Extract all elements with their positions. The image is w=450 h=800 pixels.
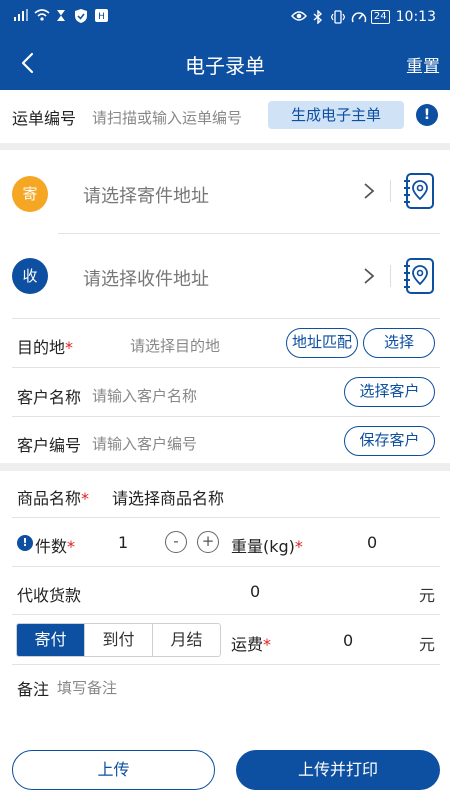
divider [12, 416, 440, 417]
payment-option-sender[interactable]: 寄付 [17, 624, 85, 656]
pieces-label: 件数* [35, 537, 76, 556]
warning-icon[interactable]: ! [17, 535, 33, 551]
destination-input[interactable]: 请选择目的地 [130, 335, 220, 356]
info-icon[interactable]: ! [416, 104, 438, 126]
decrement-button[interactable]: - [165, 531, 187, 553]
signal-icon [14, 9, 28, 23]
remark-input[interactable]: 填写备注 [57, 677, 117, 698]
customer-name-input[interactable]: 请输入客户名称 [92, 385, 197, 406]
destination-label: 目的地* [17, 338, 74, 357]
address-book-icon[interactable] [403, 258, 435, 294]
hourglass-icon [54, 9, 68, 23]
freight-label: 运费* [231, 635, 272, 654]
remark-label: 备注 [17, 680, 50, 699]
freight-input[interactable]: 0 [343, 631, 353, 650]
increment-button[interactable]: + [197, 531, 219, 553]
address-match-button[interactable]: 地址匹配 [286, 328, 358, 358]
product-label: 商品名称* [17, 489, 90, 508]
customer-name-label: 客户名称 [17, 388, 82, 407]
battery-indicator: 24 [370, 10, 390, 24]
section-divider [0, 143, 450, 150]
select-destination-button[interactable]: 选择 [363, 328, 435, 358]
svg-text:H: H [98, 12, 105, 22]
upload-and-print-button[interactable]: 上传并打印 [236, 750, 440, 790]
payment-method-selector: 寄付 到付 月结 [16, 623, 221, 657]
cod-label: 代收货款 [17, 586, 82, 605]
separator [390, 180, 391, 202]
divider [12, 517, 440, 518]
address-book-icon[interactable] [403, 173, 435, 209]
divider [12, 614, 440, 615]
section-divider [0, 463, 450, 471]
pieces-input[interactable]: 1 [118, 533, 128, 552]
divider [12, 566, 440, 567]
payment-option-receiver[interactable]: 到付 [85, 624, 153, 656]
weight-label: 重量(kg)* [231, 537, 303, 556]
payment-option-monthly[interactable]: 月结 [153, 624, 220, 656]
bluetooth-icon [311, 9, 325, 25]
receiver-badge: 收 [12, 258, 48, 294]
customer-code-label: 客户编号 [17, 436, 82, 455]
wifi-icon [34, 9, 50, 23]
app-bar: 电子录单 重置 [0, 36, 450, 90]
chevron-right-icon[interactable] [362, 181, 376, 201]
status-bar: H 24 10:13 [0, 0, 450, 36]
generate-main-order-button[interactable]: 生成电子主单 [268, 101, 404, 129]
speed-icon [351, 10, 367, 24]
divider [58, 233, 440, 234]
upload-button[interactable]: 上传 [12, 750, 215, 790]
cod-unit: 元 [419, 586, 436, 605]
weight-input[interactable]: 0 [367, 533, 377, 552]
vibrate-icon [330, 10, 346, 24]
shield-icon [74, 9, 88, 23]
save-customer-button[interactable]: 保存客户 [344, 426, 435, 456]
freight-unit: 元 [419, 635, 436, 654]
page-title: 电子录单 [185, 54, 265, 78]
status-time: 10:13 [395, 9, 436, 25]
reset-button[interactable]: 重置 [406, 52, 440, 77]
sender-address-input[interactable]: 请选择寄件地址 [83, 182, 209, 208]
cod-input[interactable]: 0 [250, 582, 260, 601]
separator [390, 265, 391, 287]
customer-code-input[interactable]: 请输入客户编号 [92, 433, 197, 454]
divider [12, 367, 440, 368]
waybill-input[interactable]: 请扫描或输入运单编号 [92, 107, 242, 128]
hd-icon: H [94, 9, 108, 23]
product-input[interactable]: 请选择商品名称 [112, 485, 224, 509]
receiver-address-input[interactable]: 请选择收件地址 [83, 265, 209, 291]
divider [12, 318, 440, 319]
waybill-label: 运单编号 [12, 109, 77, 128]
select-customer-button[interactable]: 选择客户 [344, 377, 435, 407]
sender-badge: 寄 [12, 176, 48, 212]
chevron-right-icon[interactable] [362, 266, 376, 286]
divider [12, 664, 440, 665]
eye-icon [290, 10, 307, 24]
